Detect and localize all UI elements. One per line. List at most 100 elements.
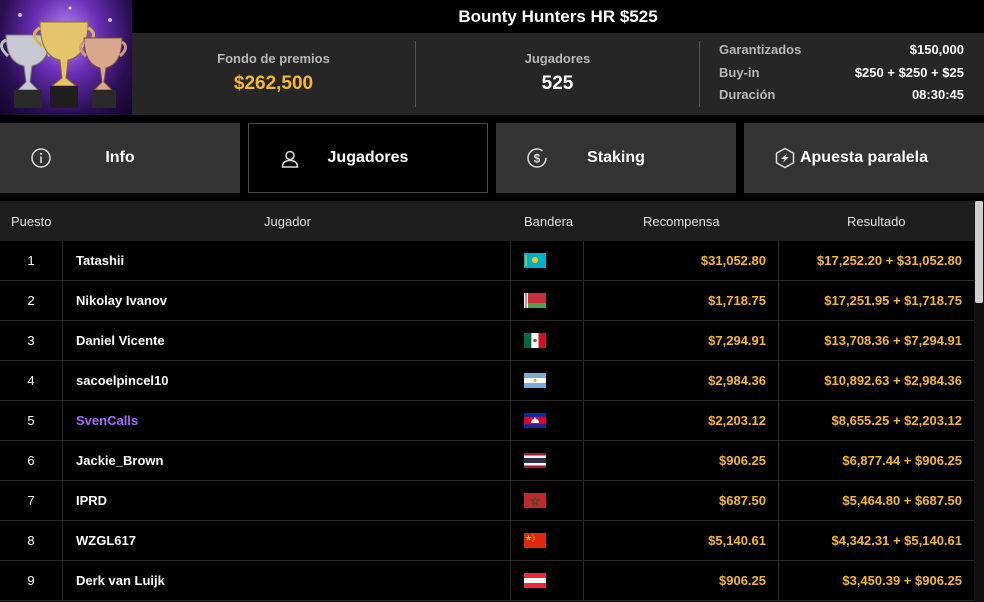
detail-label: Duración	[719, 87, 776, 102]
row-result: $4,342.31 + $5,140.61	[831, 533, 962, 548]
row-result-cell: $17,252.20 + $31,052.80	[778, 241, 974, 281]
row-result-cell: $10,892.63 + $2,984.36	[778, 361, 974, 401]
table-row[interactable]: 3 Daniel Vicente $7,294.91 $13,708.36 + …	[0, 321, 974, 361]
tab-label: Apuesta paralela	[799, 149, 929, 166]
row-flag-cell	[510, 521, 584, 561]
row-position: 1	[0, 241, 63, 281]
row-flag-cell	[510, 241, 584, 281]
row-position: 9	[0, 561, 63, 601]
table-row[interactable]: 5 SvenCalls $2,203.12 $8,655.25 + $2,203…	[0, 401, 974, 441]
header-flag[interactable]: Bandera	[524, 214, 573, 229]
row-reward: $687.50	[719, 493, 766, 508]
row-flag-cell	[510, 481, 584, 521]
tab-label: Info	[105, 149, 135, 166]
row-position: 5	[0, 401, 63, 441]
detail-label: Buy-in	[719, 64, 760, 80]
row-result-cell: $13,708.36 + $7,294.91	[778, 321, 974, 361]
row-reward: $7,294.91	[708, 333, 766, 348]
row-reward: $906.25	[719, 573, 766, 588]
table-row[interactable]: 6 Jackie_Brown $906.25 $6,877.44 + $906.…	[0, 441, 974, 481]
table-row[interactable]: 9 Derk van Luijk $906.25 $3,450.39 + $90…	[0, 561, 974, 601]
row-player-name[interactable]: Jackie_Brown	[76, 441, 163, 481]
players-stat: Jugadores 525	[416, 33, 699, 115]
row-result-cell: $3,450.39 + $906.25	[778, 561, 974, 601]
row-position: 2	[0, 281, 63, 321]
table-scrollbar[interactable]	[974, 201, 984, 602]
row-result: $3,450.39 + $906.25	[842, 573, 962, 588]
detail-value: $150,000	[909, 42, 964, 57]
row-player-name[interactable]: Derk van Luijk	[76, 561, 165, 601]
table-row[interactable]: 1 Tatashii $31,052.80 $17,252.20 + $31,0…	[0, 241, 974, 281]
header-reward[interactable]: Recompensa	[643, 214, 720, 229]
row-result: $17,251.95 + $1,718.75	[824, 293, 962, 308]
row-result: $10,892.63 + $2,984.36	[824, 373, 962, 388]
tab-jugadores[interactable]: Jugadores	[248, 123, 488, 193]
row-reward: $2,984.36	[708, 373, 766, 388]
detail-duration: Duración 08:30:45	[719, 87, 964, 110]
detail-label: Garantizados	[719, 42, 802, 57]
lightning-hexagon-icon	[775, 147, 795, 169]
row-result-cell: $6,877.44 + $906.25	[778, 441, 974, 481]
tournament-thumbnail	[0, 0, 132, 115]
flag-morocco-icon	[524, 493, 546, 508]
prize-pool-value: $262,500	[233, 73, 314, 94]
row-position: 8	[0, 521, 63, 561]
row-reward: $906.25	[719, 453, 766, 468]
row-reward: $2,203.12	[708, 413, 766, 428]
row-position: 6	[0, 441, 63, 481]
table-row[interactable]: 4 sacoelpincel10 $2,984.36 $10,892.63 + …	[0, 361, 974, 401]
flag-austria-icon	[524, 573, 546, 588]
row-result-cell: $17,251.95 + $1,718.75	[778, 281, 974, 321]
table-row[interactable]: 7 IPRD $687.50 $5,464.80 + $687.50	[0, 481, 974, 521]
table-row[interactable]: 2 Nikolay Ivanov $1,718.75 $17,251.95 + …	[0, 281, 974, 321]
user-icon	[281, 150, 299, 168]
header-result[interactable]: Resultado	[847, 214, 906, 229]
tab-bar: Info Jugadores $ Staking Apuesta paralel…	[0, 123, 984, 193]
dollar-coin-icon: $	[527, 148, 547, 168]
tab-apuesta-paralela[interactable]: Apuesta paralela	[744, 123, 984, 193]
detail-buyin: Buy-in $250 + $250 + $25	[719, 65, 964, 88]
row-position: 4	[0, 361, 63, 401]
row-player-name[interactable]: Nikolay Ivanov	[76, 281, 167, 321]
tournament-stats-panel: Fondo de premios $262,500 Jugadores 525 …	[132, 33, 984, 115]
header-position[interactable]: Puesto	[11, 214, 51, 229]
row-result-cell: $5,464.80 + $687.50	[778, 481, 974, 521]
row-flag-cell	[510, 361, 584, 401]
tournament-title: Bounty Hunters HR $525	[132, 0, 984, 33]
row-result: $17,252.20 + $31,052.80	[817, 253, 962, 268]
row-result: $8,655.25 + $2,203.12	[831, 413, 962, 428]
row-position: 7	[0, 481, 63, 521]
flag-thailand-icon	[524, 453, 546, 468]
row-player-name[interactable]: IPRD	[76, 481, 107, 521]
row-player-name[interactable]: WZGL617	[76, 521, 136, 561]
players-label: Jugadores	[524, 51, 591, 66]
row-player-name[interactable]: sacoelpincel10	[76, 361, 169, 401]
flag-kazakhstan-icon	[524, 253, 546, 268]
detail-guaranteed: Garantizados $150,000	[719, 42, 964, 65]
row-flag-cell	[510, 561, 584, 601]
row-result: $6,877.44 + $906.25	[842, 453, 962, 468]
tab-staking[interactable]: $ Staking	[496, 123, 736, 193]
prize-pool-stat: Fondo de premios $262,500	[132, 33, 415, 115]
detail-value: $250 + $250 + $25	[854, 64, 964, 80]
scrollbar-thumb[interactable]	[975, 201, 983, 303]
row-flag-cell	[510, 281, 584, 321]
detail-value: 08:30:45	[911, 87, 964, 102]
flag-cambodia-icon	[524, 413, 546, 428]
flag-belarus-icon	[524, 293, 546, 308]
row-player-name[interactable]: Tatashii	[76, 241, 124, 281]
row-flag-cell	[510, 401, 584, 441]
row-result: $13,708.36 + $7,294.91	[824, 333, 962, 348]
players-value: 525	[541, 73, 574, 94]
tournament-details: Garantizados $150,000 Buy-in $250 + $250…	[719, 42, 964, 110]
row-player-name[interactable]: Daniel Vicente	[76, 321, 165, 361]
row-flag-cell	[510, 321, 584, 361]
row-player-name[interactable]: SvenCalls	[76, 401, 138, 441]
table-header: Puesto Jugador Bandera Recompensa Result…	[0, 201, 974, 241]
header-player[interactable]: Jugador	[264, 214, 311, 229]
tab-info[interactable]: Info	[0, 123, 240, 193]
row-reward: $1,718.75	[708, 293, 766, 308]
prize-pool-label: Fondo de premios	[217, 51, 330, 66]
flag-china-icon	[524, 533, 546, 548]
table-row[interactable]: 8 WZGL617 $5,140.61 $4,342.31 + $5,140.6…	[0, 521, 974, 561]
